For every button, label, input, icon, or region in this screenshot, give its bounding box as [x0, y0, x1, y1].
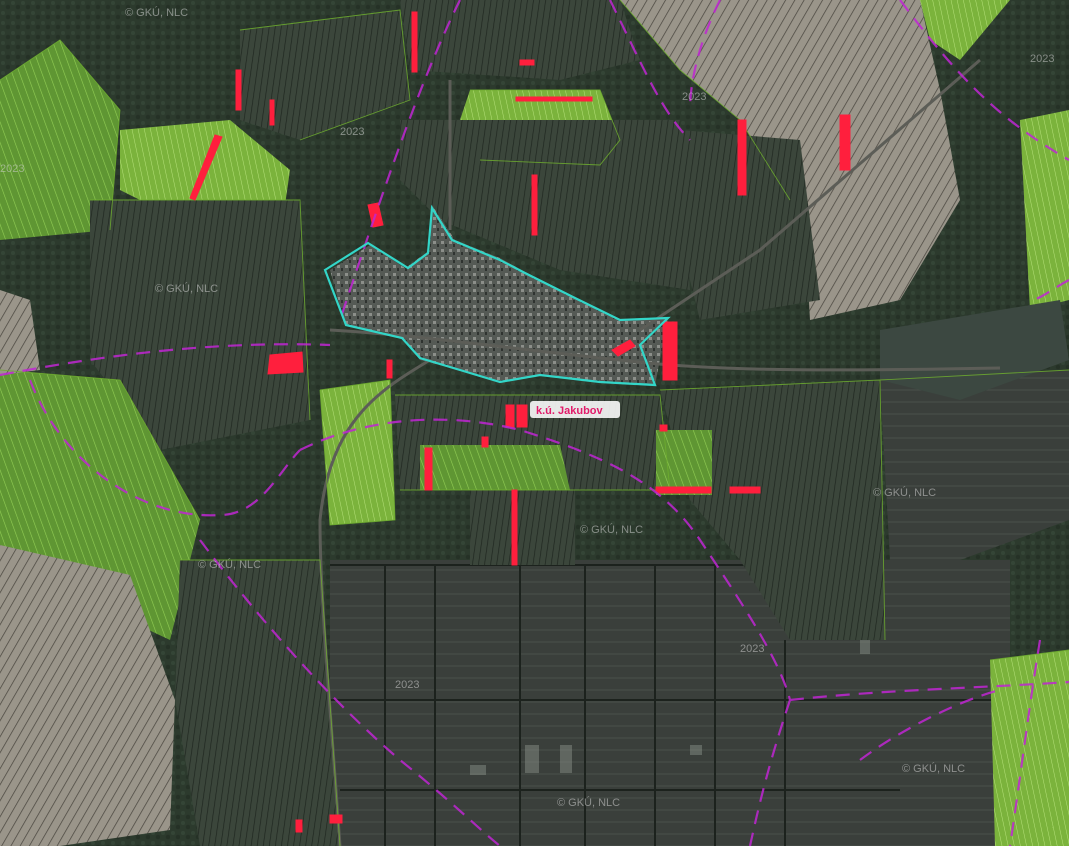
field-ne-dark [680, 130, 820, 320]
forest-south [330, 560, 1010, 846]
copyright-watermark: © GKÚ, NLC [198, 558, 261, 571]
imagery-year-watermark: 2023 [340, 126, 364, 138]
map-view[interactable]: © GKÚ, NLC © GKÚ, NLC © GKÚ, NLC © GKÚ, … [0, 0, 1069, 846]
cadastral-area-label[interactable]: k.ú. Jakubov [530, 401, 620, 418]
copyright-watermark: © GKÚ, NLC [873, 486, 936, 499]
field-se-green-far [990, 650, 1069, 846]
copyright-watermark: © GKÚ, NLC [557, 796, 620, 809]
orthophoto-map[interactable]: © GKÚ, NLC © GKÚ, NLC © GKÚ, NLC © GKÚ, … [0, 0, 1069, 846]
field-s-strips [470, 490, 575, 565]
imagery-year-watermark: 2023 [395, 679, 419, 691]
cadastral-area-name: k.ú. Jakubov [536, 405, 604, 417]
field-n-top [400, 0, 640, 80]
field-s-green2 [420, 445, 570, 490]
copyright-watermark: © GKÚ, NLC [125, 6, 188, 19]
copyright-watermark: © GKÚ, NLC [580, 523, 643, 536]
imagery-year-watermark: 2023 [1030, 53, 1054, 65]
field-s-green [320, 380, 395, 525]
imagery-year-watermark: 2023 [0, 163, 24, 175]
copyright-watermark: © GKÚ, NLC [902, 762, 965, 775]
field-sw-strips [175, 560, 340, 846]
imagery-year-watermark: 2023 [740, 643, 764, 655]
imagery-year-watermark: 2023 [682, 91, 706, 103]
copyright-watermark: © GKÚ, NLC [155, 282, 218, 295]
